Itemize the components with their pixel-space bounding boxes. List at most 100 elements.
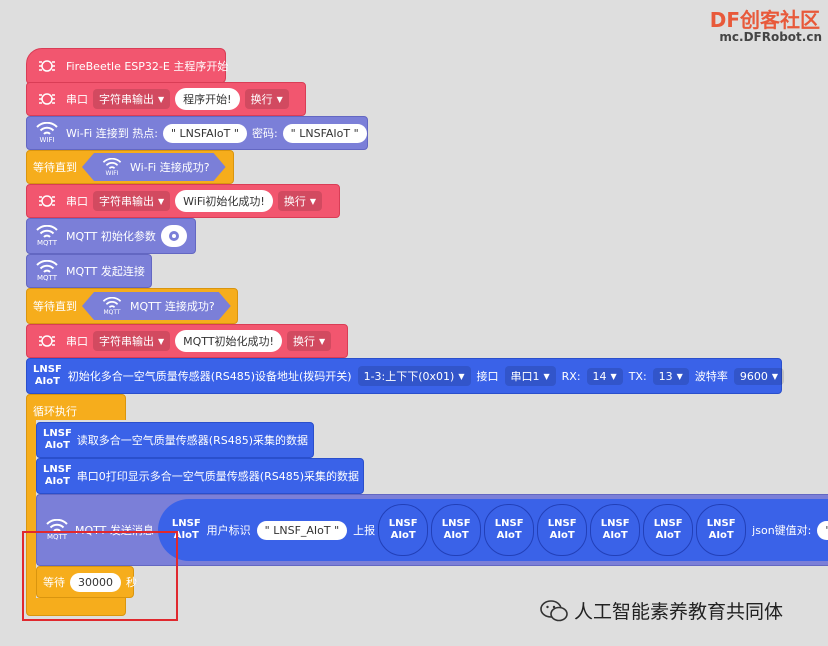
chevron-down-icon: ▼ (158, 94, 165, 104)
dropdown-value: 换行 (250, 93, 273, 106)
highlight-box (22, 531, 178, 621)
wifi-connected-condition[interactable]: WIFI Wi-Fi 连接成功? (82, 153, 226, 181)
wechat-icon (540, 599, 568, 621)
serial-label: 串口 (66, 335, 88, 348)
tx-dropdown[interactable]: 13 ▼ (652, 367, 689, 385)
mqtt-caption: MQTT (103, 308, 121, 316)
tx-label: TX: (628, 369, 647, 383)
password-input[interactable]: " LNSFAIoT " (282, 123, 367, 143)
wifi-caption: WIFI (39, 136, 55, 144)
report-label: 上报 (353, 524, 376, 537)
chevron-down-icon: ▼ (771, 371, 778, 381)
dropdown-value: 串口1 (510, 370, 540, 383)
mqtt-connect-block[interactable]: MQTT MQTT 发起连接 (26, 254, 152, 288)
dropdown-value: 13 (658, 369, 673, 383)
sensor-value-reporter-7[interactable]: LNSF AIoT (696, 504, 747, 556)
wait-label: 等待直到 (33, 300, 77, 313)
wechat-watermark: 人工智能素养教育共同体 (540, 597, 783, 624)
site-url: mc.DFRobot.cn (719, 30, 822, 44)
rx-label: RX: (561, 369, 581, 383)
lnsf-aiot-icon: LNSF AIoT (43, 428, 72, 451)
newline-dropdown[interactable]: 换行 ▼ (244, 89, 289, 109)
output-mode-dropdown[interactable]: 字符串输出 ▼ (93, 89, 171, 109)
sensor-init-label: 初始化多合一空气质量传感器(RS485)设备地址(拨码开关) (67, 370, 352, 383)
port-dropdown[interactable]: 串口1 ▼ (504, 366, 556, 386)
wait-until-mqtt-block[interactable]: 等待直到 MQTT MQTT 连接成功? (26, 288, 238, 324)
password-label: 密码: (251, 127, 278, 140)
sensor-value-reporter-3[interactable]: LNSF AIoT (484, 504, 535, 556)
footer-caption: 人工智能素养教育共同体 (574, 601, 784, 623)
dropdown-value: 换行 (283, 195, 306, 208)
wifi-icon: WIFI (100, 155, 124, 179)
port-label: 接口 (476, 370, 499, 383)
wifi-caption: WIFI (105, 169, 119, 177)
board-icon (33, 53, 61, 79)
report-message-block[interactable]: LNSF AIoT 用户标识 " LNSF_AIoT " 上报 LNSF AIoT … (157, 499, 828, 561)
baud-dropdown[interactable]: 9600 ▼ (733, 367, 784, 385)
dropdown-value: 9600 (739, 369, 768, 383)
newline-dropdown[interactable]: 换行 ▼ (286, 331, 332, 351)
wifi-icon: WIFI (33, 118, 61, 148)
condition-label: Wi-Fi 连接成功? (130, 161, 210, 174)
serial-print-block-1[interactable]: 串口 字符串输出 ▼ 程序开始! 换行 ▼ (26, 82, 306, 116)
serial-print-block-3[interactable]: 串口 字符串输出 ▼ MQTT初始化成功! 换行 ▼ (26, 324, 348, 358)
board-icon (33, 188, 61, 214)
board-icon (33, 328, 61, 354)
board-icon (33, 86, 61, 112)
mqtt-init-block[interactable]: MQTT MQTT 初始化参数 (26, 218, 196, 254)
mqtt-icon: MQTT (33, 256, 61, 286)
user-id-input[interactable]: " LNSF_AIoT " (256, 520, 348, 540)
sensor-read-block[interactable]: LNSF AIoT 读取多合一空气质量传感器(RS485)采集的数据 (36, 422, 314, 458)
rx-dropdown[interactable]: 14 ▼ (586, 367, 623, 385)
serial-text-input[interactable]: MQTT初始化成功! (175, 330, 282, 352)
serial-text-input[interactable]: WiFi初始化成功! (175, 190, 273, 212)
dropdown-value: 换行 (292, 335, 315, 348)
user-id-label: 用户标识 (206, 524, 251, 537)
sensor-init-block[interactable]: LNSF AIoT 初始化多合一空气质量传感器(RS485)设备地址(拨码开关) … (26, 358, 784, 394)
serial-text-input[interactable]: 程序开始! (175, 88, 240, 110)
chevron-down-icon: ▼ (318, 336, 326, 346)
wifi-connect-block[interactable]: WIFI Wi-Fi 连接到 热点: " LNSFAIoT " 密码: " LN… (26, 116, 368, 150)
dfrobot-logo: DF创客社区 (710, 4, 820, 33)
ssid-input[interactable]: " LNSFAIoT " (162, 123, 247, 143)
chevron-down-icon: ▼ (309, 196, 316, 206)
mqtt-connected-condition[interactable]: MQTT MQTT 连接成功? (82, 292, 231, 320)
sensor-value-reporter-1[interactable]: LNSF AIoT (378, 504, 429, 556)
dropdown-value: 14 (592, 369, 607, 383)
gear-icon[interactable] (160, 225, 187, 247)
wait-until-wifi-block[interactable]: 等待直到 WIFI Wi-Fi 连接成功? (26, 150, 234, 184)
baud-label: 波特率 (694, 370, 728, 383)
address-dropdown[interactable]: 1-3:上下下(0x01) ▼ (357, 366, 471, 386)
mqtt-init-label: MQTT 初始化参数 (66, 230, 156, 243)
sensor-value-reporter-5[interactable]: LNSF AIoT (590, 504, 641, 556)
sensor-value-reporter-4[interactable]: LNSF AIoT (537, 504, 588, 556)
chevron-down-icon: ▼ (158, 336, 165, 346)
dropdown-value: 字符串输出 (99, 93, 154, 106)
output-mode-dropdown[interactable]: 字符串输出 ▼ (93, 191, 171, 211)
sensor-value-reporter-2[interactable]: LNSF AIoT (431, 504, 482, 556)
dropdown-value: 字符串输出 (99, 335, 154, 348)
json-key-input[interactable]: " te (817, 520, 828, 540)
sensor-value-reporter-6[interactable]: LNSF AIoT (643, 504, 694, 556)
sensor-print-block[interactable]: LNSF AIoT 串口0打印显示多合一空气质量传感器(RS485)采集的数据 (36, 458, 364, 494)
serial-print-block-2[interactable]: 串口 字符串输出 ▼ WiFi初始化成功! 换行 ▼ (26, 184, 340, 218)
logo-df: DF (709, 8, 740, 32)
json-label: json键值对: (752, 524, 812, 537)
serial-label: 串口 (66, 195, 88, 208)
mqtt-icon: MQTT (33, 221, 61, 251)
chevron-down-icon: ▼ (543, 371, 550, 381)
dropdown-value: 字符串输出 (99, 195, 154, 208)
condition-label: MQTT 连接成功? (130, 300, 215, 313)
main-start-block[interactable]: FireBeetle ESP32-E 主程序开始 (26, 48, 229, 84)
wait-label: 等待直到 (33, 161, 77, 174)
print-label: 串口0打印显示多合一空气质量传感器(RS485)采集的数据 (76, 470, 359, 483)
loop-label: 循环执行 (33, 405, 77, 418)
output-mode-dropdown[interactable]: 字符串输出 ▼ (93, 331, 171, 351)
wifi-label: Wi-Fi 连接到 热点: (66, 127, 158, 140)
chevron-down-icon: ▼ (158, 196, 165, 206)
start-label: FireBeetle ESP32-E 主程序开始 (66, 60, 229, 73)
mqtt-connect-label: MQTT 发起连接 (66, 265, 145, 278)
newline-dropdown[interactable]: 换行 ▼ (277, 191, 322, 211)
chevron-down-icon: ▼ (610, 371, 617, 381)
chevron-down-icon: ▼ (458, 371, 465, 381)
